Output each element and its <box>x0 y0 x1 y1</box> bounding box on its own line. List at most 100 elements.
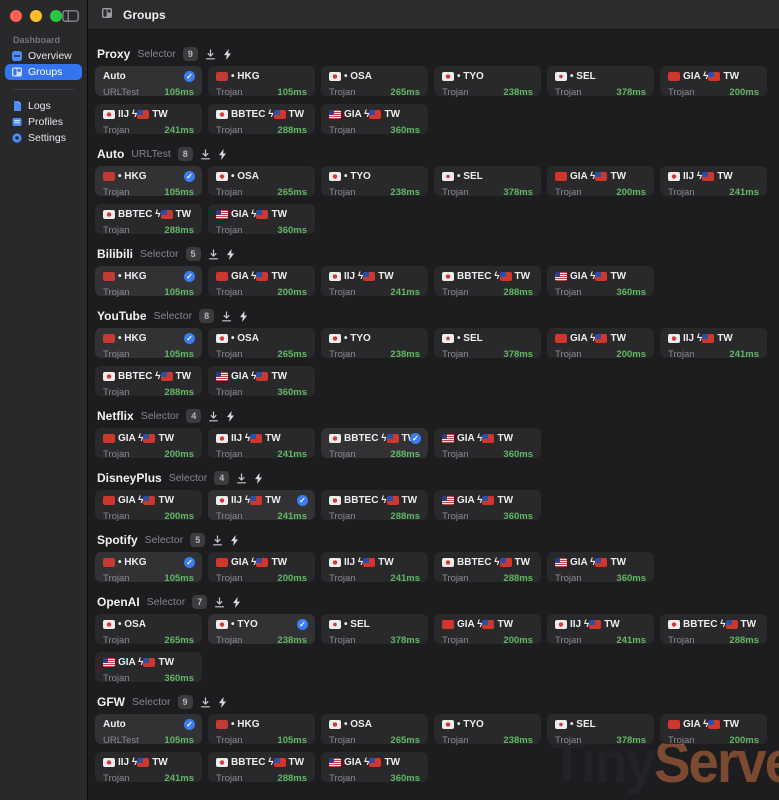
node-card[interactable]: • TYOTrojan238ms <box>434 714 541 744</box>
download-icon[interactable] <box>205 49 216 60</box>
node-card[interactable]: IIJ ϟ TWTrojan241ms <box>95 752 202 782</box>
node-card[interactable]: • HKG✓Trojan105ms <box>95 166 202 196</box>
download-icon[interactable] <box>212 535 223 546</box>
node-card[interactable]: GIA ϟ TWTrojan360ms <box>434 490 541 520</box>
node-card[interactable]: • SELTrojan378ms <box>321 614 428 644</box>
lightning-icon[interactable] <box>254 473 263 484</box>
node-card[interactable]: GIA ϟ TWTrojan200ms <box>547 328 654 358</box>
flag-us-icon <box>442 496 454 505</box>
node-card[interactable]: • TYOTrojan238ms <box>321 328 428 358</box>
node-card[interactable]: • SELTrojan378ms <box>547 714 654 744</box>
node-card[interactable]: IIJ ϟ TWTrojan241ms <box>208 428 315 458</box>
lightning-icon[interactable] <box>239 311 248 322</box>
node-card[interactable]: GIA ϟ TWTrojan360ms <box>95 652 202 682</box>
node-card[interactable]: Auto✓URLTest105ms <box>95 66 202 96</box>
node-card[interactable]: GIA ϟ TWTrojan200ms <box>547 166 654 196</box>
node-card[interactable]: BBTEC ϟ TWTrojan288ms <box>208 104 315 134</box>
node-card[interactable]: BBTEC ϟ TWTrojan288ms <box>95 366 202 396</box>
node-card[interactable]: BBTEC ϟ TWTrojan288ms <box>208 752 315 782</box>
node-card-bottom: Trojan105ms <box>103 187 194 198</box>
lightning-icon[interactable] <box>218 697 227 708</box>
download-icon[interactable] <box>208 411 219 422</box>
node-card[interactable]: IIJ ϟ TW✓Trojan241ms <box>208 490 315 520</box>
node-card[interactable]: IIJ ϟ TWTrojan241ms <box>660 328 767 358</box>
download-icon[interactable] <box>200 149 211 160</box>
node-card[interactable]: IIJ ϟ TWTrojan241ms <box>660 166 767 196</box>
flag-tw-icon <box>363 558 375 567</box>
zoom-window-button[interactable] <box>50 10 62 22</box>
node-card-top: • TYO <box>216 619 307 630</box>
node-card[interactable]: • SELTrojan378ms <box>547 66 654 96</box>
node-card[interactable]: BBTEC ϟ TW✓Trojan288ms <box>321 428 428 458</box>
download-icon[interactable] <box>208 249 219 260</box>
node-card[interactable]: GIA ϟ TWTrojan200ms <box>95 428 202 458</box>
node-card[interactable]: • HKG✓Trojan105ms <box>95 266 202 296</box>
node-card[interactable]: GIA ϟ TWTrojan360ms <box>547 266 654 296</box>
node-card[interactable]: GIA ϟ TWTrojan200ms <box>660 714 767 744</box>
sidebar-toggle-icon[interactable] <box>62 10 79 22</box>
sidebar-item-logs[interactable]: Logs <box>5 98 82 114</box>
node-card[interactable]: GIA ϟ TWTrojan360ms <box>321 104 428 134</box>
node-card-top: BBTEC ϟ TW <box>216 109 307 120</box>
lightning-icon[interactable] <box>226 411 235 422</box>
node-card[interactable]: GIA ϟ TWTrojan200ms <box>208 266 315 296</box>
node-card[interactable]: • TYO✓Trojan238ms <box>208 614 315 644</box>
lightning-icon[interactable] <box>223 49 232 60</box>
node-card-top: • TYO <box>442 71 533 82</box>
node-card[interactable]: • HKGTrojan105ms <box>208 66 315 96</box>
node-card[interactable]: GIA ϟ TWTrojan360ms <box>208 204 315 234</box>
node-card[interactable]: • OSATrojan265ms <box>208 328 315 358</box>
node-card[interactable]: • OSATrojan265ms <box>321 714 428 744</box>
lightning-icon[interactable] <box>226 249 235 260</box>
lightning-icon[interactable] <box>232 597 241 608</box>
node-card[interactable]: GIA ϟ TWTrojan200ms <box>95 490 202 520</box>
node-card[interactable]: GIA ϟ TWTrojan360ms <box>547 552 654 582</box>
node-card[interactable]: • SELTrojan378ms <box>434 328 541 358</box>
flag-jp-icon <box>442 720 454 729</box>
download-icon[interactable] <box>236 473 247 484</box>
node-card[interactable]: GIA ϟ TWTrojan360ms <box>208 366 315 396</box>
minimize-window-button[interactable] <box>30 10 42 22</box>
node-card-bottom: Trojan265ms <box>329 87 420 98</box>
download-icon[interactable] <box>200 697 211 708</box>
sidebar-item-settings[interactable]: Settings <box>5 130 82 146</box>
node-card[interactable]: • HKG✓Trojan105ms <box>95 328 202 358</box>
flag-cn-icon <box>555 334 567 343</box>
node-card[interactable]: BBTEC ϟ TWTrojan288ms <box>660 614 767 644</box>
sidebar-item-overview[interactable]: Overview <box>5 48 82 64</box>
node-card[interactable]: • SELTrojan378ms <box>434 166 541 196</box>
download-icon[interactable] <box>221 311 232 322</box>
sidebar-item-groups[interactable]: Groups <box>5 64 82 80</box>
node-card[interactable]: GIA ϟ TWTrojan360ms <box>321 752 428 782</box>
node-card[interactable]: • OSATrojan265ms <box>95 614 202 644</box>
node-card[interactable]: • OSATrojan265ms <box>321 66 428 96</box>
sidebar-item-profiles[interactable]: Profiles <box>5 114 82 130</box>
node-card[interactable]: IIJ ϟ TWTrojan241ms <box>321 552 428 582</box>
node-card[interactable]: BBTEC ϟ TWTrojan288ms <box>95 204 202 234</box>
node-card[interactable]: • HKGTrojan105ms <box>208 714 315 744</box>
node-card[interactable]: • OSATrojan265ms <box>208 166 315 196</box>
group-type: Selector <box>147 596 186 608</box>
group-name: Bilibili <box>97 247 133 261</box>
node-card[interactable]: GIA ϟ TWTrojan360ms <box>434 428 541 458</box>
node-card[interactable]: GIA ϟ TWTrojan200ms <box>208 552 315 582</box>
node-card[interactable]: BBTEC ϟ TWTrojan288ms <box>434 266 541 296</box>
node-card[interactable]: Auto✓URLTest105ms <box>95 714 202 744</box>
node-card-top: BBTEC ϟ TW <box>442 271 533 282</box>
lightning-icon[interactable] <box>230 535 239 546</box>
node-card[interactable]: • HKG✓Trojan105ms <box>95 552 202 582</box>
node-name: • OSA <box>216 333 259 344</box>
lightning-icon[interactable] <box>218 149 227 160</box>
node-card[interactable]: • TYOTrojan238ms <box>434 66 541 96</box>
download-icon[interactable] <box>214 597 225 608</box>
node-card[interactable]: BBTEC ϟ TWTrojan288ms <box>321 490 428 520</box>
close-window-button[interactable] <box>10 10 22 22</box>
node-card[interactable]: IIJ ϟ TWTrojan241ms <box>95 104 202 134</box>
node-card[interactable]: GIA ϟ TWTrojan200ms <box>660 66 767 96</box>
node-card[interactable]: GIA ϟ TWTrojan200ms <box>434 614 541 644</box>
node-card[interactable]: IIJ ϟ TWTrojan241ms <box>547 614 654 644</box>
node-card[interactable]: IIJ ϟ TWTrojan241ms <box>321 266 428 296</box>
node-card[interactable]: • TYOTrojan238ms <box>321 166 428 196</box>
node-card[interactable]: BBTEC ϟ TWTrojan288ms <box>434 552 541 582</box>
node-name: BBTEC ϟ TW <box>329 433 417 444</box>
